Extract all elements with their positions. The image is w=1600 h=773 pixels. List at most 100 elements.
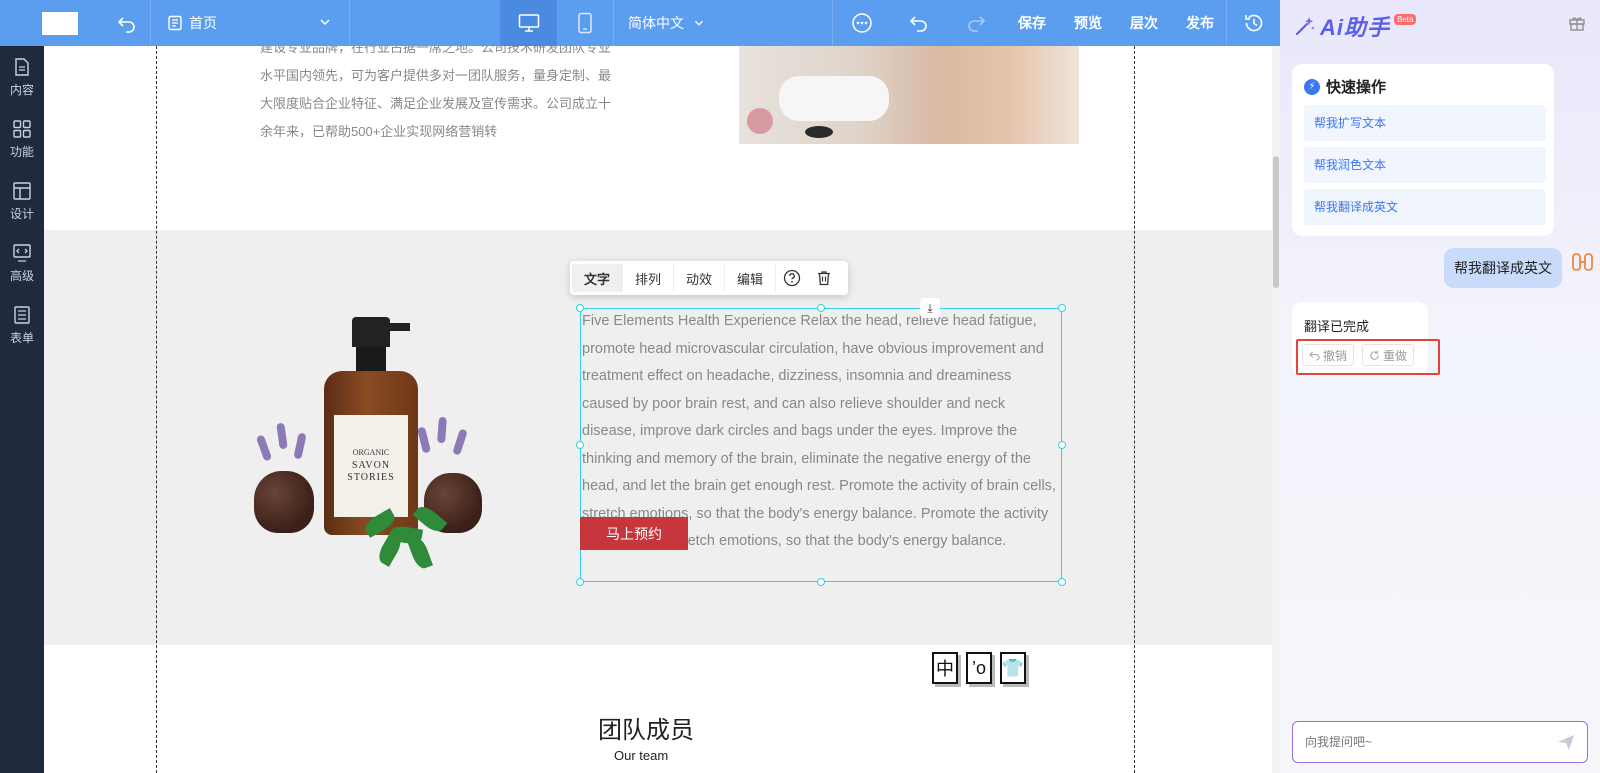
- desktop-view-button[interactable]: [500, 0, 557, 46]
- beta-badge: Beta: [1394, 13, 1417, 25]
- help-icon: [783, 269, 801, 287]
- sidebar-item-label: 高级: [9, 268, 34, 283]
- sidebar-item-advanced[interactable]: 高级: [0, 232, 44, 294]
- resize-handle[interactable]: [817, 578, 825, 586]
- spa-photo[interactable]: [739, 46, 1079, 144]
- sidebar-item-features[interactable]: 功能: [0, 108, 44, 170]
- language-select[interactable]: 简体中文: [628, 0, 706, 46]
- mobile-icon: [578, 12, 592, 34]
- flower-shape: [747, 108, 773, 134]
- redo-button[interactable]: [947, 0, 1004, 46]
- ai-assistant-panel: Ai助手 Beta ⚡ 快速操作 帮我扩写文本 帮我润色文本 帮我翻译成英文 帮…: [1280, 0, 1600, 773]
- ai-logo: Ai助手 Beta: [1294, 10, 1417, 42]
- resize-handle[interactable]: [576, 578, 584, 586]
- intro-paragraph[interactable]: 建设专业品牌，在行业占据一席之地。公司技术研发团队专业水平国内领先，可为客户提供…: [260, 46, 620, 146]
- quick-actions-card: ⚡ 快速操作 帮我扩写文本 帮我润色文本 帮我翻译成英文: [1292, 64, 1554, 236]
- scrollbar-thumb[interactable]: [1273, 156, 1279, 288]
- ai-chat-input[interactable]: [1292, 721, 1588, 763]
- stone-shape: [805, 126, 833, 138]
- quick-actions-title: 快速操作: [1326, 79, 1387, 96]
- send-button[interactable]: [1556, 732, 1576, 757]
- sidebar-item-form[interactable]: 表单: [0, 294, 44, 356]
- grid-icon: [13, 119, 31, 138]
- polish-text-button[interactable]: 帮我润色文本: [1304, 147, 1546, 183]
- sidebar-item-label: 表单: [9, 330, 34, 345]
- language-label: 简体中文: [628, 15, 684, 31]
- layers-button[interactable]: 层次: [1116, 0, 1172, 46]
- sidebar-item-design[interactable]: 设计: [0, 170, 44, 232]
- resize-handle[interactable]: [1058, 578, 1066, 586]
- bot-message: 翻译已完成: [1304, 319, 1370, 334]
- undo-button[interactable]: [890, 0, 947, 46]
- shirt-icon[interactable]: 👕: [1000, 652, 1026, 684]
- history-button[interactable]: [1226, 0, 1280, 46]
- ai-logo-text: Ai助手: [1320, 15, 1391, 40]
- sidebar-item-content[interactable]: 内容: [0, 46, 44, 108]
- layout-icon: [13, 181, 31, 200]
- chevron-down-icon: [695, 20, 703, 26]
- bottle-label-brand: SAVON STORIES: [347, 460, 395, 483]
- gift-button[interactable]: [1568, 14, 1586, 37]
- book-now-button[interactable]: 马上预约: [580, 517, 688, 550]
- history-icon: [1244, 14, 1262, 32]
- editor-canvas[interactable]: 建设专业品牌，在行业占据一席之地。公司技术研发团队专业水平国内领先，可为客户提供…: [44, 46, 1272, 773]
- trash-icon: [818, 271, 831, 286]
- punctuation-icon[interactable]: ’o: [966, 652, 992, 684]
- site-logo: [42, 12, 78, 35]
- download-arrow-icon[interactable]: ⤓: [920, 298, 940, 318]
- preview-button[interactable]: 预览: [1060, 0, 1116, 46]
- gift-icon: [1569, 17, 1585, 31]
- top-toolbar: 首页 简体中文 保存 预览 层次 发布: [0, 0, 1280, 46]
- tab-edit[interactable]: 编辑: [725, 264, 777, 292]
- sparkle-icon: [1295, 17, 1315, 36]
- towel-shape: [779, 76, 889, 121]
- translate-english-button[interactable]: 帮我翻译成英文: [1304, 189, 1546, 225]
- content-guide-left: [156, 46, 157, 773]
- user-avatar-icon: [1570, 250, 1596, 276]
- save-button[interactable]: 保存: [1004, 0, 1060, 46]
- bottle-label-top: ORGANIC: [352, 448, 390, 457]
- bottle-label: ORGANIC SAVON STORIES: [334, 415, 408, 517]
- send-icon: [1558, 735, 1574, 750]
- product-image[interactable]: ORGANIC SAVON STORIES: [244, 315, 534, 575]
- tab-arrange[interactable]: 排列: [623, 264, 675, 292]
- language-icons: 中 ’o 👕: [932, 652, 1026, 684]
- sidebar-item-label: 内容: [9, 82, 34, 97]
- more-button[interactable]: [833, 0, 890, 46]
- user-message: 帮我翻译成英文: [1444, 248, 1562, 288]
- resize-handle[interactable]: [1058, 304, 1066, 312]
- publish-button[interactable]: 发布: [1172, 0, 1228, 46]
- help-button[interactable]: [776, 264, 808, 292]
- resize-handle[interactable]: [576, 441, 584, 449]
- element-toolbar: 文字 排列 动效 编辑: [570, 261, 848, 295]
- form-icon: [14, 305, 30, 324]
- tab-text[interactable]: 文字: [572, 264, 624, 292]
- page-icon: [168, 15, 182, 31]
- sidebar-item-label: 功能: [9, 144, 34, 159]
- resize-handle[interactable]: [1058, 441, 1066, 449]
- tab-animation[interactable]: 动效: [674, 264, 726, 292]
- left-sidebar: 内容 功能 设计 高级 表单: [0, 46, 44, 773]
- content-guide-right: [1134, 46, 1135, 773]
- team-title[interactable]: 团队成员: [598, 710, 694, 745]
- highlight-outline: [1296, 339, 1440, 375]
- more-icon: [851, 13, 872, 33]
- desktop-icon: [518, 14, 539, 32]
- mobile-view-button[interactable]: [557, 0, 614, 46]
- expand-text-button[interactable]: 帮我扩写文本: [1304, 105, 1546, 141]
- file-icon: [15, 57, 29, 76]
- page-select[interactable]: 首页: [150, 0, 350, 46]
- back-icon[interactable]: [115, 11, 139, 35]
- chevron-down-icon: [320, 19, 330, 26]
- delete-button[interactable]: [808, 264, 840, 292]
- resize-handle[interactable]: [576, 304, 584, 312]
- page-name: 首页: [189, 15, 217, 31]
- resize-handle[interactable]: [817, 304, 825, 312]
- chinese-lang-icon[interactable]: 中: [932, 652, 958, 684]
- bolt-icon: ⚡: [1304, 78, 1320, 95]
- undo-icon: [909, 16, 927, 32]
- sidebar-item-label: 设计: [9, 206, 34, 221]
- team-subtitle[interactable]: Our team: [614, 748, 668, 763]
- monitor-code-icon: [13, 243, 31, 262]
- redo-icon: [967, 16, 985, 32]
